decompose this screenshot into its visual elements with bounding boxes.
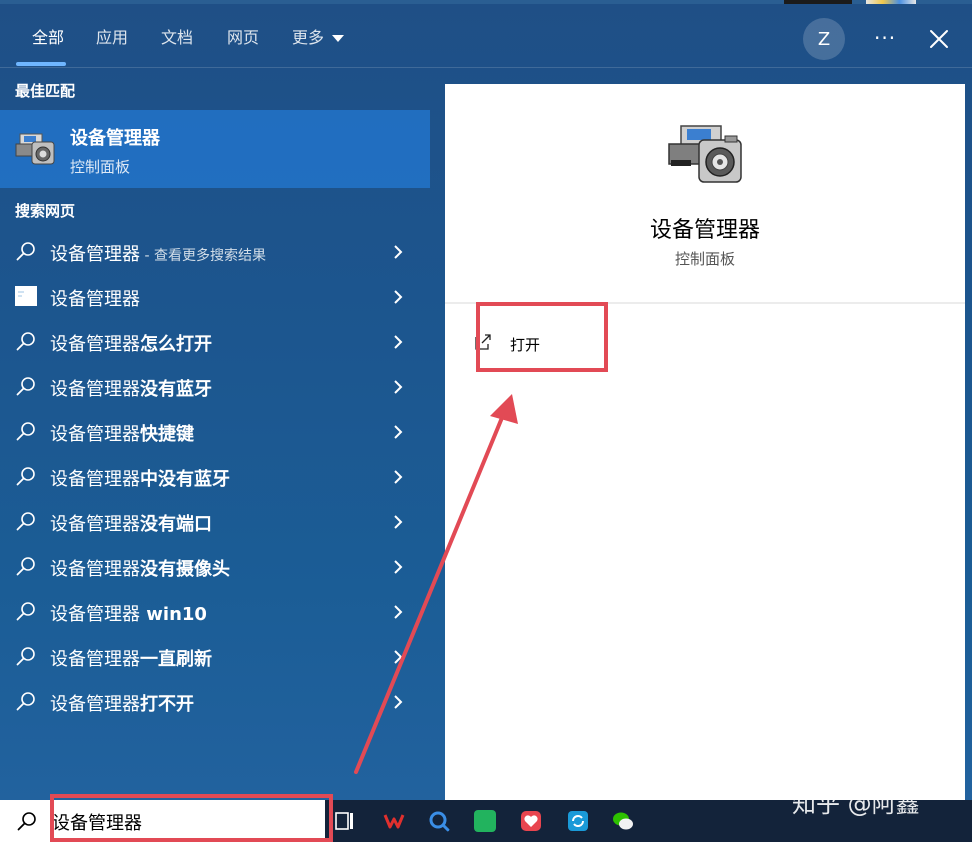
wps-office-icon[interactable] xyxy=(383,810,405,832)
result-prefix: 设备管理器 xyxy=(50,559,140,580)
open-label: 打开 xyxy=(510,336,541,354)
best-match-title: 设备管理器 xyxy=(70,128,160,149)
taskbar-search-box[interactable] xyxy=(0,800,325,842)
web-result-item[interactable]: 设备管理器怎么打开 xyxy=(0,320,430,365)
best-match-item[interactable]: 设备管理器 控制面板 xyxy=(0,110,430,188)
result-prefix: 设备管理器 xyxy=(50,244,140,265)
annotation-arrow xyxy=(354,394,518,774)
search-icon xyxy=(16,512,35,531)
tab-more[interactable]: 更多 xyxy=(292,24,345,48)
result-prefix: 设备管理器 xyxy=(50,694,140,715)
search-icon xyxy=(16,692,35,711)
result-prefix: 设备管理器 xyxy=(50,424,140,445)
result-suggestion: 一直刷新 xyxy=(140,649,212,670)
tab-all[interactable]: 全部 xyxy=(32,24,64,48)
tab-web[interactable]: 网页 xyxy=(227,24,259,48)
result-suggestion: 打不开 xyxy=(140,694,194,715)
result-prefix: 设备管理器 xyxy=(50,514,140,535)
web-result-text: 设备管理器中没有蓝牙 xyxy=(50,465,230,491)
web-result-text: 设备管理器怎么打开 xyxy=(50,330,212,356)
tab-apps[interactable]: 应用 xyxy=(96,24,128,48)
web-result-text: 设备管理器 - 查看更多搜索结果 xyxy=(50,240,266,266)
search-icon xyxy=(16,602,35,621)
result-suggestion: 怎么打开 xyxy=(140,334,212,355)
caret-down-icon xyxy=(332,35,345,42)
web-result-text: 设备管理器 xyxy=(50,285,140,311)
result-suggestion: win10 xyxy=(140,604,207,625)
web-result-text: 设备管理器没有蓝牙 xyxy=(50,375,212,401)
web-result-text: 设备管理器没有端口 xyxy=(50,510,212,536)
result-suggestion: 没有蓝牙 xyxy=(140,379,212,400)
user-avatar[interactable]: Z xyxy=(803,18,845,60)
result-prefix: 设备管理器 xyxy=(50,379,140,400)
result-suggestion: 中没有蓝牙 xyxy=(140,469,230,490)
search-icon xyxy=(16,557,35,576)
web-result-text: 设备管理器 win10 xyxy=(50,600,207,626)
result-prefix: 设备管理器 xyxy=(50,649,140,670)
chevron-right-icon xyxy=(394,290,403,304)
close-icon[interactable] xyxy=(928,28,950,50)
web-search-heading: 搜索网页 xyxy=(15,202,76,220)
watermark: 知乎 @阿鑫 xyxy=(792,790,920,818)
result-suggestion: 没有摄像头 xyxy=(140,559,230,580)
chevron-right-icon xyxy=(394,245,403,259)
search-icon xyxy=(17,812,36,831)
search-icon xyxy=(16,242,35,261)
web-thumbnail-icon xyxy=(15,286,37,306)
browser-search-icon[interactable] xyxy=(428,810,450,832)
detail-subtitle: 控制面板 xyxy=(674,250,735,268)
result-prefix: 设备管理器 xyxy=(50,289,140,310)
best-match-heading: 最佳匹配 xyxy=(15,82,76,100)
web-result-text: 设备管理器打不开 xyxy=(50,690,194,716)
web-result-text: 设备管理器快捷键 xyxy=(50,420,194,446)
result-suggestion: 没有端口 xyxy=(140,514,212,535)
result-prefix: 设备管理器 xyxy=(50,604,140,625)
result-prefix: 设备管理器 xyxy=(50,334,140,355)
more-options-button[interactable]: ··· xyxy=(874,26,896,50)
device-manager-large-icon xyxy=(668,125,742,183)
search-icon xyxy=(16,467,35,486)
result-suggestion: 快捷键 xyxy=(140,424,194,445)
detail-title: 设备管理器 xyxy=(649,218,760,243)
tab-more-label: 更多 xyxy=(292,28,325,47)
best-match-subtitle: 控制面板 xyxy=(70,158,131,176)
open-button[interactable]: 打开 xyxy=(473,328,593,358)
web-result-text: 设备管理器一直刷新 xyxy=(50,645,212,671)
task-view-icon[interactable] xyxy=(334,810,356,832)
search-input[interactable] xyxy=(52,809,312,835)
tab-documents[interactable]: 文档 xyxy=(161,24,193,48)
app-heart-icon[interactable] xyxy=(520,810,542,832)
iqiyi-icon[interactable] xyxy=(474,810,496,832)
open-external-icon xyxy=(475,334,491,350)
search-icon xyxy=(16,422,35,441)
result-hint: - 查看更多搜索结果 xyxy=(140,248,266,264)
search-icon xyxy=(16,647,35,666)
active-tab-indicator xyxy=(16,62,66,66)
web-result-item[interactable]: 设备管理器 xyxy=(0,275,430,320)
web-result-text: 设备管理器没有摄像头 xyxy=(50,555,230,581)
device-manager-icon xyxy=(15,133,55,165)
chevron-right-icon xyxy=(394,335,403,349)
web-result-item[interactable]: 设备管理器 - 查看更多搜索结果 xyxy=(0,230,430,275)
wechat-icon[interactable] xyxy=(612,810,634,832)
sync-app-icon[interactable] xyxy=(567,810,589,832)
search-scope-tabs: 全部 应用 文档 网页 更多 Z ··· xyxy=(0,4,972,68)
search-icon xyxy=(16,332,35,351)
result-prefix: 设备管理器 xyxy=(50,469,140,490)
detail-divider xyxy=(445,302,965,304)
search-icon xyxy=(16,377,35,396)
